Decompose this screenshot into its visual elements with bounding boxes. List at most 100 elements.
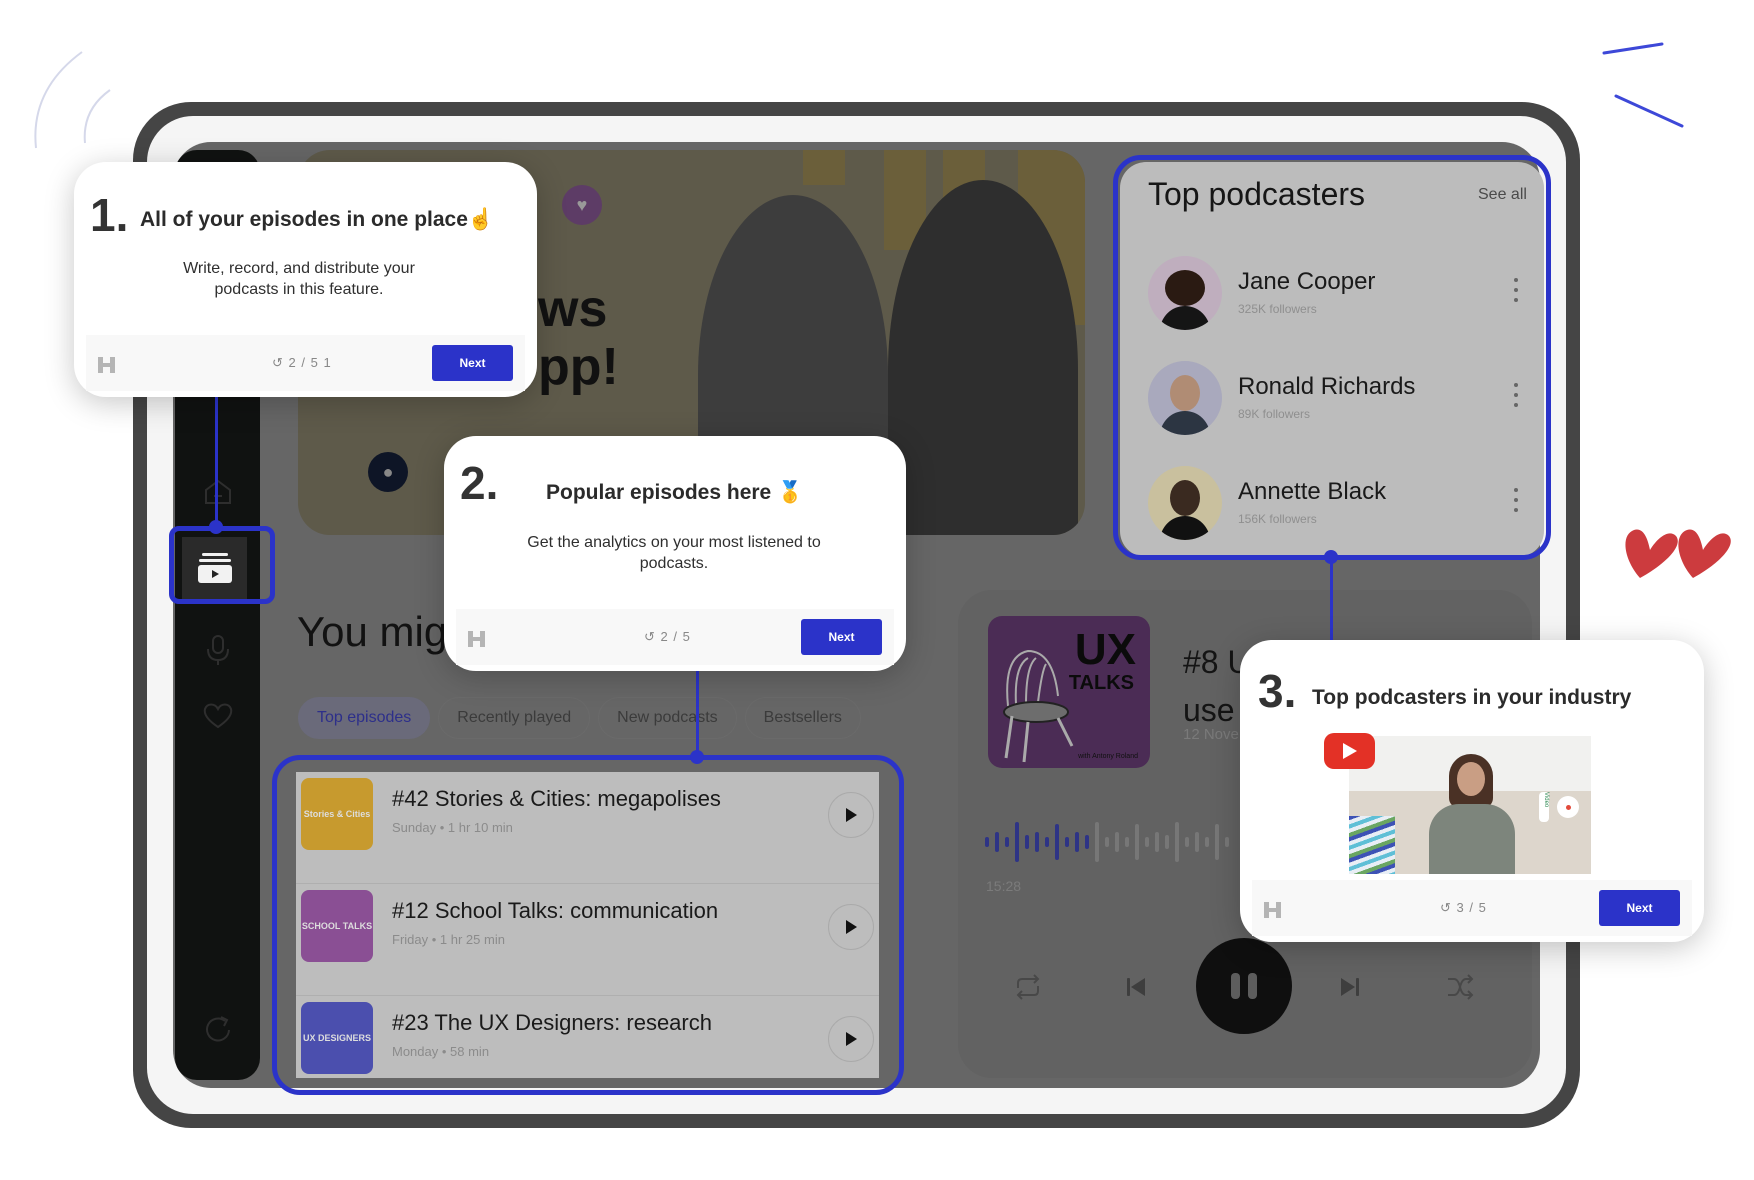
tab-new-podcasts[interactable]: New podcasts xyxy=(598,697,737,739)
hero-profile-button[interactable]: ● xyxy=(368,452,408,492)
now-playing-date: 12 Nove xyxy=(1183,726,1239,743)
next-button[interactable]: Next xyxy=(432,345,513,381)
hero-headline: ws pp! xyxy=(538,280,619,396)
tooltip-step-counter: 3 / 5 xyxy=(1456,900,1487,915)
waveform-bar xyxy=(1065,837,1069,847)
waveform-bar xyxy=(1185,837,1189,847)
hero-headline-line2: pp! xyxy=(538,338,619,396)
heart-decoration xyxy=(1625,529,1678,578)
cover-host: with Antony Roland xyxy=(1078,753,1138,760)
hero-decoration-bar xyxy=(803,150,845,185)
now-playing-title-line1: #8 U xyxy=(1183,644,1243,680)
shuffle-button[interactable] xyxy=(1442,970,1478,1004)
signal-arc-inner-decoration xyxy=(83,89,111,144)
waveform-bar xyxy=(1045,837,1049,847)
waveform-bar xyxy=(1015,822,1019,862)
waveform-bar xyxy=(1135,824,1139,860)
heart-decoration xyxy=(1678,529,1731,578)
waveform-progress[interactable] xyxy=(985,822,1229,862)
pause-icon-bar xyxy=(1248,973,1257,999)
tour-highlight-episodes xyxy=(272,755,904,1095)
microphone-icon xyxy=(206,635,229,665)
waveform-bar xyxy=(1175,822,1179,862)
waveform-bar xyxy=(1145,837,1149,847)
waveform-bar xyxy=(1155,832,1159,852)
waveform-bar xyxy=(1095,822,1099,862)
next-track-button[interactable] xyxy=(1332,970,1368,1004)
tour-connector-line xyxy=(696,670,699,758)
sidebar-item-record[interactable] xyxy=(175,630,260,670)
waveform-bar xyxy=(985,837,989,847)
record-button[interactable] xyxy=(1557,796,1579,818)
tour-connector-dot xyxy=(690,750,704,764)
share-icon xyxy=(205,1016,230,1042)
tooltip-video[interactable]: Video xyxy=(1349,736,1591,874)
tooltip-footer: ↺ 2 / 5 1 Next xyxy=(86,335,525,391)
next-button[interactable]: Next xyxy=(801,619,882,655)
tour-tooltip-step-2: 2. Popular episodes here 🥇 Get the analy… xyxy=(444,436,906,671)
waveform-bar xyxy=(1075,832,1079,852)
restart-icon[interactable]: ↺ xyxy=(272,355,284,370)
brand-logo-icon xyxy=(1264,902,1281,918)
waveform-bar xyxy=(1005,837,1009,847)
waveform-bar xyxy=(1055,824,1059,860)
tooltip-step-number: 3. xyxy=(1258,665,1297,717)
waveform-bar xyxy=(1125,837,1129,847)
tooltip-step-number: 2. xyxy=(460,457,499,509)
tooltip-footer: ↺ 2 / 5 Next xyxy=(456,609,894,665)
waveform-bar xyxy=(1105,837,1109,847)
tooltip-progress: ↺ 2 / 5 xyxy=(644,629,691,645)
skip-previous-icon xyxy=(1127,978,1145,996)
tooltip-footer: ↺ 3 / 5 Next xyxy=(1252,880,1692,936)
waveform-bar xyxy=(1165,835,1169,849)
now-playing-title: #8 U use xyxy=(1183,638,1243,734)
repeat-button[interactable] xyxy=(1010,970,1046,1004)
waveform-bar xyxy=(1115,832,1119,852)
tab-top-episodes[interactable]: Top episodes xyxy=(298,697,431,739)
next-button[interactable]: Next xyxy=(1599,890,1680,926)
hero-headline-line1: ws xyxy=(538,280,608,338)
waveform-bar xyxy=(1225,837,1229,847)
waveform-bar xyxy=(1195,832,1199,852)
youtube-play-button[interactable] xyxy=(1324,733,1375,769)
brand-logo-icon xyxy=(98,357,115,373)
waveform-bar xyxy=(1025,835,1029,849)
tooltip-progress: ↺ 2 / 5 1 xyxy=(272,355,332,371)
video-pillow xyxy=(1349,816,1395,874)
skip-next-icon xyxy=(1341,978,1359,996)
pause-button[interactable] xyxy=(1196,938,1292,1034)
previous-button[interactable] xyxy=(1118,970,1154,1004)
heart-icon: ♥ xyxy=(576,194,588,215)
sparkle-line-decoration xyxy=(1602,42,1664,55)
restart-icon[interactable]: ↺ xyxy=(644,629,656,644)
tour-connector-line xyxy=(215,397,218,527)
waveform-bar xyxy=(995,832,999,852)
tooltip-title: Top podcasters in your industry xyxy=(1312,686,1632,709)
tour-connector-dot xyxy=(209,520,223,534)
waveform-bar xyxy=(1085,835,1089,849)
sidebar-item-share[interactable] xyxy=(175,1008,260,1048)
tab-bestsellers[interactable]: Bestsellers xyxy=(744,697,861,739)
sidebar-item-favorites[interactable] xyxy=(175,695,260,735)
waveform-bar xyxy=(1035,832,1039,852)
cover-title: UX xyxy=(1074,625,1136,674)
tour-highlight-library xyxy=(169,526,275,604)
tooltip-step-number: 1. xyxy=(90,189,129,241)
waveform-bar xyxy=(1215,824,1219,860)
video-label: Video xyxy=(1539,792,1549,822)
user-icon: ● xyxy=(382,461,394,482)
video-person-face xyxy=(1457,762,1485,796)
tooltip-body: Write, record, and distribute your podca… xyxy=(183,260,415,298)
cover-subtitle: TALKS xyxy=(1068,672,1134,694)
tooltip-body: Get the analytics on your most listened … xyxy=(527,534,821,572)
tooltip-title: Popular episodes here 🥇 xyxy=(546,481,804,504)
repeat-icon xyxy=(1016,974,1040,1000)
tour-connector-line xyxy=(1330,560,1333,645)
elapsed-time: 15:28 xyxy=(986,878,1022,894)
restart-icon[interactable]: ↺ xyxy=(1440,900,1452,915)
tab-recently-played[interactable]: Recently played xyxy=(438,697,591,739)
hero-like-button[interactable]: ♥ xyxy=(562,185,602,225)
tooltip-step-counter: 2 / 5 xyxy=(660,629,691,644)
record-icon xyxy=(1565,804,1571,810)
video-person-body xyxy=(1429,804,1515,874)
